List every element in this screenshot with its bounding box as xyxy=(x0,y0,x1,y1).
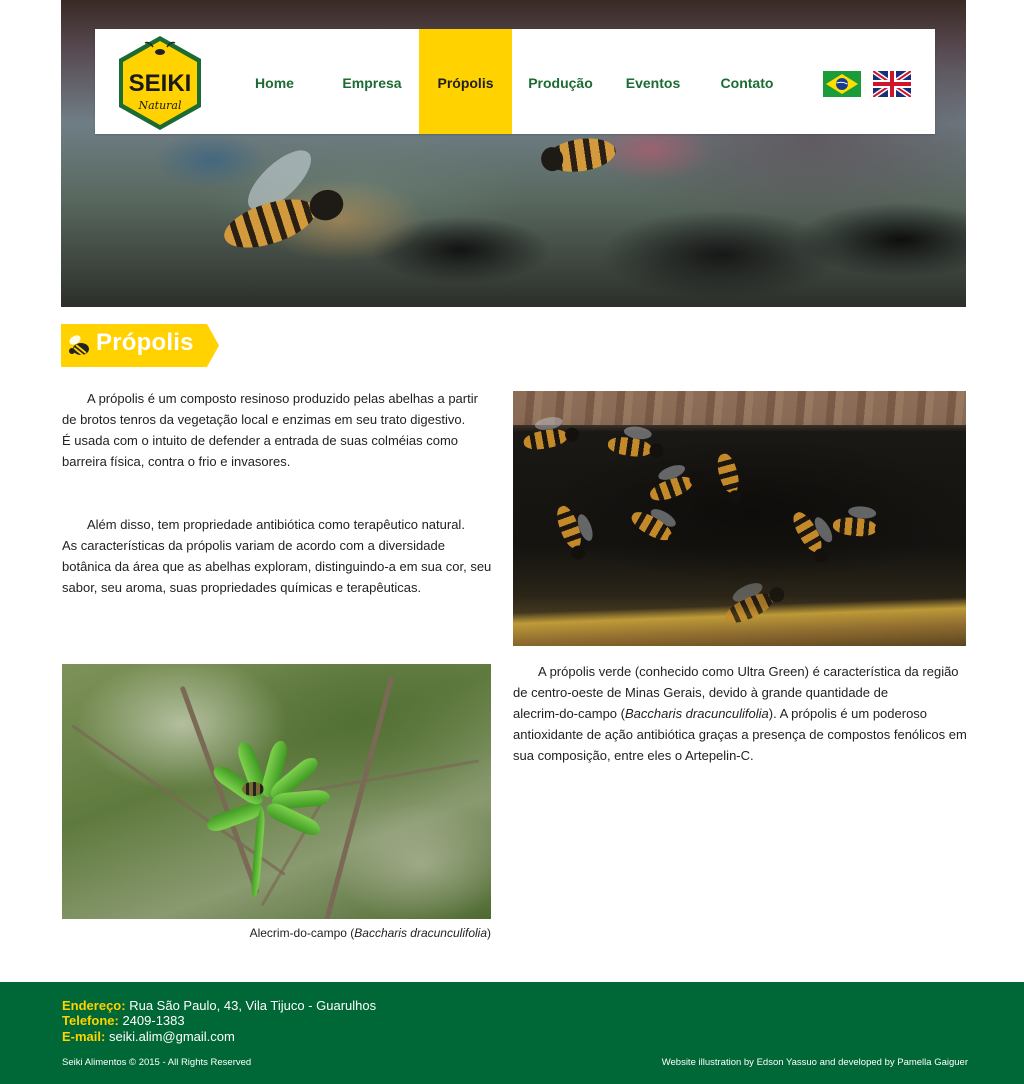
svg-text:Natural: Natural xyxy=(137,99,182,112)
page-title: Própolis xyxy=(96,329,194,356)
footer-phone: Telefone: 2409-1383 xyxy=(62,1013,185,1028)
properties-paragraph: Além disso, tem propriedade antibiótica … xyxy=(62,517,492,595)
footer-credits: Website illustration by Edson Yassuo and… xyxy=(661,1057,968,1068)
top-navigation-bar: SEIKI Natural Home Empresa Própolis Prod… xyxy=(95,29,935,134)
intro-paragraph: A própolis é um composto resinoso produz… xyxy=(62,391,478,469)
bee-icon xyxy=(69,335,89,357)
nav-contato[interactable]: Contato xyxy=(705,29,789,134)
alecrim-do-campo-photo xyxy=(62,664,491,919)
nav-home[interactable]: Home xyxy=(237,29,312,134)
email-link[interactable]: seiki.alim@gmail.com xyxy=(109,1029,235,1044)
nav-propolis[interactable]: Própolis xyxy=(419,29,512,134)
footer: Endereço: Rua São Paulo, 43, Vila Tijuco… xyxy=(0,982,1024,1084)
brazil-flag-icon[interactable] xyxy=(823,71,861,97)
footer-copyright: Seiki Alimentos © 2015 - All Rights Rese… xyxy=(62,1057,252,1068)
uk-flag-icon[interactable] xyxy=(873,71,911,97)
svg-text:SEIKI: SEIKI xyxy=(129,70,192,97)
nav-producao[interactable]: Produção xyxy=(515,29,606,134)
page-title-banner: Própolis xyxy=(61,324,219,367)
green-propolis-paragraph: A própolis verde (conhecido como Ultra G… xyxy=(513,664,967,763)
seiki-logo[interactable]: SEIKI Natural xyxy=(117,35,203,131)
nav-empresa[interactable]: Empresa xyxy=(329,29,415,134)
nav-eventos[interactable]: Eventos xyxy=(613,29,693,134)
footer-address: Endereço: Rua São Paulo, 43, Vila Tijuco… xyxy=(62,998,377,1013)
bees-hive-photo xyxy=(513,391,966,646)
photo-caption: Alecrim-do-campo (Baccharis dracunculifo… xyxy=(249,926,491,940)
footer-email: E-mail: seiki.alim@gmail.com xyxy=(62,1029,235,1044)
bee-illustration xyxy=(198,136,394,293)
